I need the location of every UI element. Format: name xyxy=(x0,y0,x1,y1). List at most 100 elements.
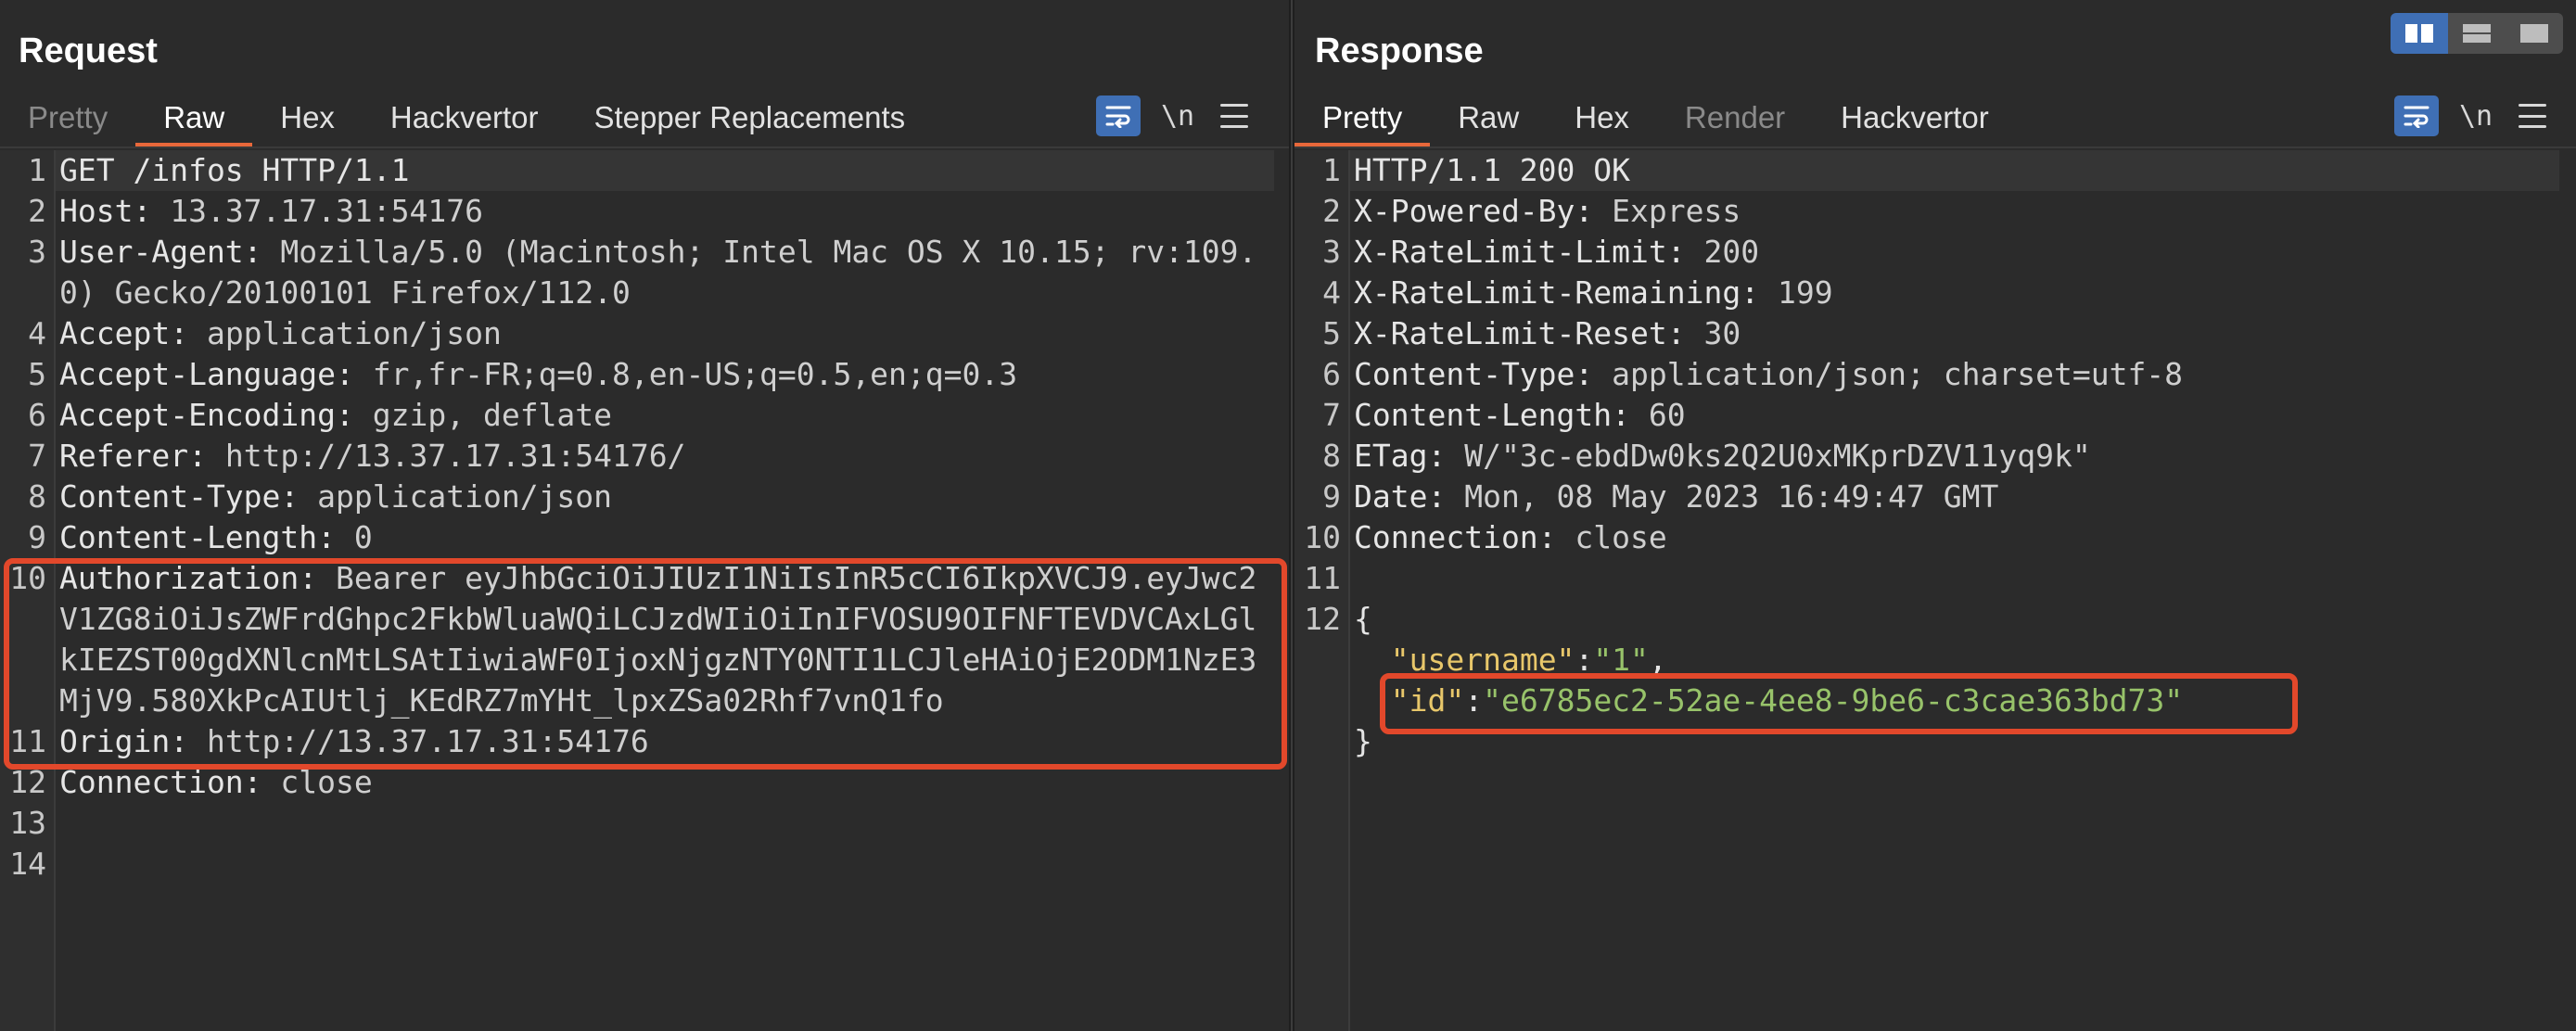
request-wrap-lines-button[interactable] xyxy=(1096,95,1141,136)
wrap-lines-icon xyxy=(2404,106,2429,128)
request-line-9: 9 Content-Length: 0 xyxy=(0,517,1289,558)
request-tabs: Pretty Raw Hex Hackvertor Stepper Replac… xyxy=(0,93,933,146)
header-name: Content-Length: xyxy=(59,519,337,555)
header-value: fr,fr-FR;q=0.8,en-US;q=0.5,en;q=0.3 xyxy=(353,356,1018,392)
layout-stacked-icon[interactable] xyxy=(2448,13,2506,54)
header-value: 0 xyxy=(336,519,373,555)
header-name: ETag: xyxy=(1354,438,1447,474)
header-value: 30 xyxy=(1685,315,1741,351)
response-line-4: 4 X-RateLimit-Remaining: 199 xyxy=(1294,273,2576,313)
line-number: 9 xyxy=(1322,478,1341,515)
line-number: 4 xyxy=(28,315,46,351)
request-tab-raw[interactable]: Raw xyxy=(135,93,253,146)
line-number: 3 xyxy=(28,234,46,270)
request-title: Request xyxy=(19,32,158,70)
response-tab-hackvertor[interactable]: Hackvertor xyxy=(1813,93,2017,146)
line-number: 9 xyxy=(28,519,46,555)
header-name: Accept-Language: xyxy=(59,356,354,392)
header-name: GET /infos HTTP/1.1 xyxy=(59,152,410,188)
layout-single-icon[interactable] xyxy=(2506,13,2563,54)
response-newline-toggle[interactable]: \n xyxy=(2459,100,2493,133)
header-name: Connection: xyxy=(1354,519,1557,555)
header-name: X-Powered-By: xyxy=(1354,193,1594,229)
response-line-7: 7 Content-Length: 60 xyxy=(1294,395,2576,436)
response-editor[interactable]: 1 HTTP/1.1 200 OK 2 X-Powered-By: Express 3 X… xyxy=(1294,150,2576,1031)
header-value: 199 xyxy=(1759,274,1833,311)
response-line-8: 8 ETag: W/"3c-ebdDw0ks2Q2U0xMKprDZV11yq9k… xyxy=(1294,436,2576,477)
header-value: 200 xyxy=(1685,234,1760,270)
request-tab-hex[interactable]: Hex xyxy=(252,93,363,146)
response-pane: Response Pretty Raw Hex Render Hackverto… xyxy=(1294,0,2576,1031)
header-name: HTTP/1.1 200 OK xyxy=(1354,152,1631,188)
header-name: Date: xyxy=(1354,478,1447,515)
header-value: Mon, 08 May 2023 16:49:47 GMT xyxy=(1446,478,1999,515)
header-value: application/json xyxy=(299,478,613,515)
request-line-3: 3 User-Agent: Mozilla/5.0 (Macintosh; Int… xyxy=(0,232,1289,313)
header-value: W/"3c-ebdDw0ks2Q2U0xMKprDZV11yq9k" xyxy=(1446,438,2091,474)
line-number: 7 xyxy=(28,438,46,474)
request-line-4: 4 Accept: application/json xyxy=(0,313,1289,354)
header-name: { xyxy=(1354,601,1372,637)
line-number: 7 xyxy=(1322,397,1341,433)
line-number: 13 xyxy=(9,805,46,841)
request-line-5: 5 Accept-Language: fr,fr-FR;q=0.8,en-US;q… xyxy=(0,354,1289,395)
response-line-5: 5 X-RateLimit-Reset: 30 xyxy=(1294,313,2576,354)
wrap-lines-icon xyxy=(1105,106,1131,128)
line-number: 1 xyxy=(1322,152,1341,188)
request-line-2: 2 Host: 13.37.17.31:54176 xyxy=(0,191,1289,232)
response-line-6: 6 Content-Type: application/json; charset… xyxy=(1294,354,2576,395)
authorization-highlight-box xyxy=(4,558,1287,770)
response-line-9: 9 Date: Mon, 08 May 2023 16:49:47 GMT xyxy=(1294,477,2576,517)
layout-side-by-side-icon[interactable] xyxy=(2391,13,2448,54)
header-value: gzip, deflate xyxy=(353,397,613,433)
header-value: close xyxy=(1556,519,1667,555)
response-tab-raw[interactable]: Raw xyxy=(1430,93,1547,146)
response-line-3: 3 X-RateLimit-Limit: 200 xyxy=(1294,232,2576,273)
header-name: X-RateLimit-Reset: xyxy=(1354,315,1686,351)
line-number: 4 xyxy=(1322,274,1341,311)
line-number: 5 xyxy=(28,356,46,392)
request-line-14: 14 xyxy=(0,844,1289,885)
request-tab-stepper-replacements[interactable]: Stepper Replacements xyxy=(566,93,933,146)
header-name: Content-Type: xyxy=(1354,356,1594,392)
line-number: 1 xyxy=(28,152,46,188)
line-number: 2 xyxy=(1322,193,1341,229)
request-line-7: 7 Referer: http://13.37.17.31:54176/ xyxy=(0,436,1289,477)
response-title: Response xyxy=(1315,32,1484,70)
line-number: 14 xyxy=(9,846,46,882)
header-name: Content-Length: xyxy=(1354,397,1631,433)
response-tab-hex[interactable]: Hex xyxy=(1547,93,1657,146)
header-value: application/json; charset=utf-8 xyxy=(1593,356,2184,392)
request-tab-pretty[interactable]: Pretty xyxy=(0,93,135,146)
response-tab-pretty[interactable]: Pretty xyxy=(1294,93,1431,146)
response-menu-icon[interactable] xyxy=(2519,104,2547,128)
json-close-brace: } xyxy=(1354,723,1372,759)
header-name: X-RateLimit-Remaining: xyxy=(1354,274,1760,311)
header-name: User-Agent: xyxy=(59,234,262,270)
line-number: 2 xyxy=(28,193,46,229)
line-number: 11 xyxy=(1304,560,1341,596)
header-value: Express xyxy=(1593,193,1741,229)
request-tab-hackvertor[interactable]: Hackvertor xyxy=(363,93,567,146)
response-wrap-lines-button[interactable] xyxy=(2394,95,2439,136)
header-name: Accept-Encoding: xyxy=(59,397,354,433)
request-newline-toggle[interactable]: \n xyxy=(1161,100,1194,133)
id-highlight-box xyxy=(1380,673,2298,734)
line-number: 3 xyxy=(1322,234,1341,270)
header-value: http://13.37.17.31:54176/ xyxy=(206,438,686,474)
line-number: 8 xyxy=(1322,438,1341,474)
header-name: Host: xyxy=(59,193,152,229)
request-pane: Request Pretty Raw Hex Hackvertor Steppe… xyxy=(0,0,1289,1031)
line-number: 10 xyxy=(1304,519,1341,555)
header-name: Referer: xyxy=(59,438,207,474)
line-number: 6 xyxy=(28,397,46,433)
response-tabs: Pretty Raw Hex Render Hackvertor xyxy=(1294,93,2017,146)
line-number: 6 xyxy=(1322,356,1341,392)
header-name: Content-Type: xyxy=(59,478,300,515)
request-line-6: 6 Accept-Encoding: gzip, deflate xyxy=(0,395,1289,436)
request-line-13: 13 xyxy=(0,803,1289,844)
line-number: 8 xyxy=(28,478,46,515)
response-tab-render[interactable]: Render xyxy=(1657,93,1813,146)
response-line-2: 2 X-Powered-By: Express xyxy=(1294,191,2576,232)
request-menu-icon[interactable] xyxy=(1220,104,1249,128)
